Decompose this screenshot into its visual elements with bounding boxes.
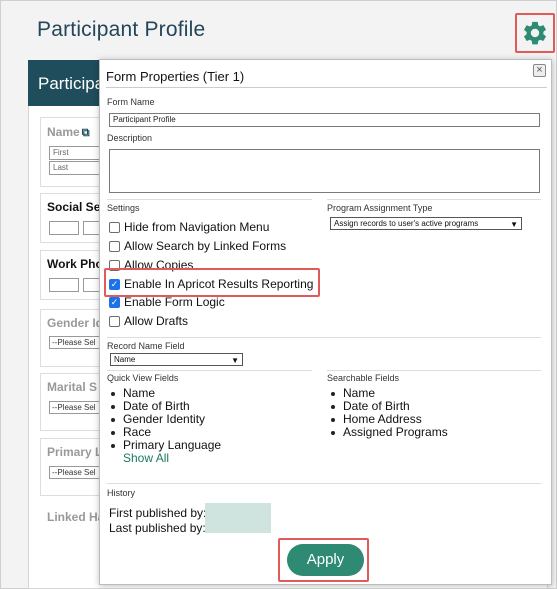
quick-view-label: Quick View Fields xyxy=(107,373,179,383)
setting-label: Allow Drafts xyxy=(124,314,189,328)
record-name-label: Record Name Field xyxy=(107,341,185,351)
quick-view-divider xyxy=(107,370,312,371)
marital-status-label: Marital S xyxy=(47,380,98,394)
social-security-label: Social Se xyxy=(47,200,101,214)
work-phone-label: Work Pho xyxy=(47,257,103,271)
program-assignment-select[interactable]: Assign records to user's active programs… xyxy=(330,217,522,230)
setting-allow-search-linked[interactable]: Allow Search by Linked Forms xyxy=(109,238,286,254)
phone-input-1[interactable] xyxy=(49,278,79,292)
marital-select[interactable]: --Please Sel xyxy=(49,401,101,414)
program-assignment-label: Program Assignment Type xyxy=(327,203,433,213)
apply-button[interactable]: Apply xyxy=(287,544,364,576)
checkbox[interactable] xyxy=(109,240,120,252)
name-label: Name ⧉ xyxy=(47,125,90,139)
quick-view-list: Name Date of Birth Gender Identity Race … xyxy=(109,387,221,465)
modal-title: Form Properties (Tier 1) xyxy=(106,69,245,84)
program-divider xyxy=(327,199,541,200)
record-name-value: Name xyxy=(114,355,136,364)
setting-hide-from-navigation[interactable]: Hide from Navigation Menu xyxy=(109,219,269,235)
show-all-link[interactable]: Show All xyxy=(109,452,221,465)
searchable-list: Name Date of Birth Home Address Assigned… xyxy=(329,387,448,439)
setting-label: Hide from Navigation Menu xyxy=(124,220,270,234)
list-item: Assigned Programs xyxy=(329,426,448,439)
gender-identity-label: Gender Id xyxy=(47,316,104,330)
linked-label: Linked Ha xyxy=(47,510,105,524)
title-divider xyxy=(106,87,547,88)
page-title: Participant Profile xyxy=(37,18,206,41)
settings-gear-button[interactable] xyxy=(515,13,555,53)
checkbox[interactable] xyxy=(109,221,120,233)
setting-label: Enable Form Logic xyxy=(124,295,225,309)
searchable-divider xyxy=(327,370,541,371)
settings-label: Settings xyxy=(107,203,140,213)
last-published-label: Last published by: xyxy=(109,521,206,535)
close-icon: × xyxy=(536,64,543,76)
form-properties-modal: Form Properties (Tier 1) × Form Name Par… xyxy=(99,59,552,585)
close-button[interactable]: × xyxy=(533,64,546,77)
primary-language-select[interactable]: --Please Sel xyxy=(49,466,101,479)
reporting-highlight xyxy=(104,268,320,297)
checkbox[interactable] xyxy=(109,315,120,327)
external-link-icon: ⧉ xyxy=(81,127,90,139)
first-name-input[interactable]: First xyxy=(49,146,101,160)
record-name-divider xyxy=(107,337,541,338)
program-assignment-value: Assign records to user's active programs xyxy=(334,219,479,228)
form-name-label: Form Name xyxy=(107,97,155,107)
setting-allow-drafts[interactable]: Allow Drafts xyxy=(109,313,188,329)
gear-icon xyxy=(524,21,546,45)
history-divider xyxy=(107,483,541,484)
ssn-input-1[interactable] xyxy=(49,221,79,235)
description-label: Description xyxy=(107,133,153,143)
description-textarea[interactable] xyxy=(109,149,540,193)
last-name-input[interactable]: Last xyxy=(49,161,101,175)
chevron-down-icon: ▼ xyxy=(510,220,518,229)
redacted-publisher xyxy=(205,503,271,533)
gender-select[interactable]: --Please Sel xyxy=(49,336,101,349)
searchable-label: Searchable Fields xyxy=(327,373,400,383)
chevron-down-icon: ▼ xyxy=(231,356,239,365)
settings-divider xyxy=(107,199,312,200)
form-name-input[interactable]: Participant Profile xyxy=(109,113,540,127)
checkbox-checked[interactable]: ✓ xyxy=(109,296,120,308)
record-name-select[interactable]: Name ▼ xyxy=(110,353,243,366)
first-published-label: First published by: xyxy=(109,506,207,520)
setting-label: Allow Search by Linked Forms xyxy=(124,239,287,253)
primary-language-label: Primary L xyxy=(47,445,103,459)
history-label: History xyxy=(107,488,136,498)
